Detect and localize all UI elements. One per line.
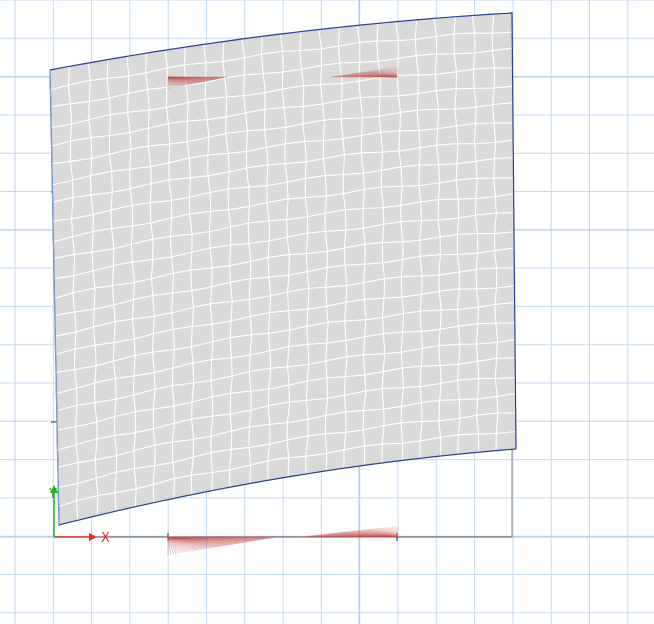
deformed-mesh[interactable] bbox=[49, 12, 517, 526]
model-viewport[interactable]: X Y bbox=[0, 0, 654, 624]
y-axis-label: Y bbox=[48, 487, 57, 502]
x-axis-label: X bbox=[101, 531, 110, 546]
